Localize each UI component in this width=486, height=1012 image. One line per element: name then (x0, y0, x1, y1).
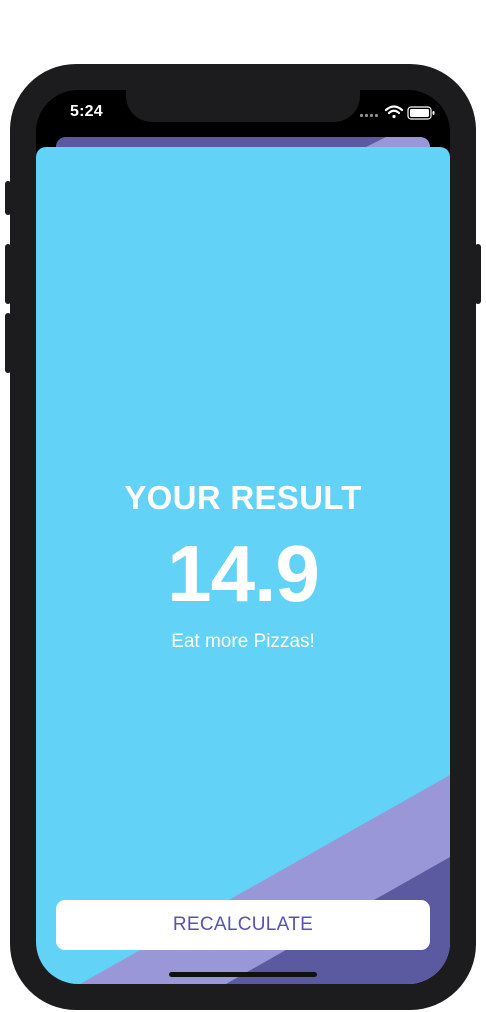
status-time: 5:24 (70, 103, 103, 120)
home-indicator[interactable] (169, 972, 317, 977)
result-sheet: YOUR RESULT 14.9 Eat more Pizzas! RECALC… (36, 147, 450, 984)
page: 5:24 YOUR RESULT 14.9 Eat more Pizzas! R… (0, 0, 486, 1012)
result-value: 14.9 (167, 529, 320, 618)
status-icons (360, 104, 436, 122)
wifi-icon (384, 105, 404, 119)
battery-icon (407, 106, 435, 120)
recalculate-button[interactable]: RECALCULATE (56, 900, 430, 950)
notch (126, 90, 360, 122)
result-title: YOUR RESULT (124, 479, 362, 516)
signal-icon (360, 114, 378, 117)
result-advice: Eat more Pizzas! (171, 631, 315, 652)
